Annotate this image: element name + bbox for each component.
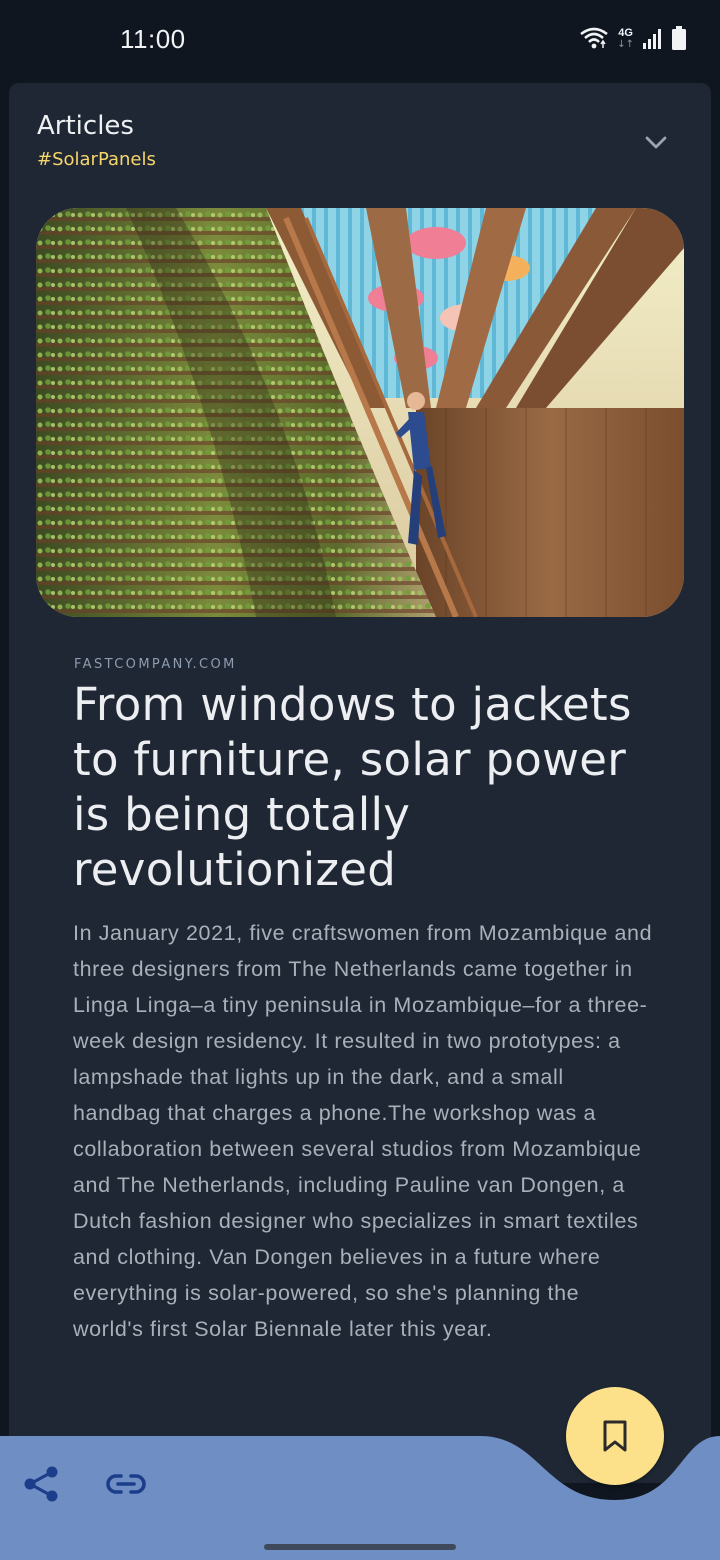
chevron-down-icon[interactable]	[641, 127, 671, 157]
bookmark-button[interactable]	[566, 1387, 664, 1485]
network-label: 4G	[618, 27, 633, 39]
article-source: FASTCOMPANY.COM	[74, 657, 237, 672]
status-time: 11:00	[120, 24, 186, 54]
status-icons: 4G ↓↑	[579, 26, 686, 50]
article-card: Articles #SolarPanels FASTCOMPANY.COM Fr…	[9, 83, 711, 1483]
card-title: Articles	[37, 111, 134, 141]
link-icon[interactable]	[104, 1468, 148, 1500]
status-bar: 11:00 4G ↓↑	[0, 0, 720, 82]
article-body: In January 2021, five craftswomen from M…	[73, 921, 653, 1341]
home-indicator[interactable]	[264, 1544, 456, 1550]
battery-icon	[672, 26, 686, 50]
bookmark-icon	[603, 1420, 627, 1452]
share-icon[interactable]	[22, 1464, 62, 1504]
hashtag-label: #SolarPanels	[37, 149, 156, 170]
article-headline[interactable]: From windows to jackets to furniture, so…	[73, 677, 653, 897]
hero-illustration	[36, 208, 684, 617]
article-image[interactable]	[36, 208, 684, 617]
mobile-data-icon: 4G ↓↑	[617, 27, 634, 51]
signal-icon	[643, 29, 661, 49]
wifi-icon	[580, 27, 609, 49]
